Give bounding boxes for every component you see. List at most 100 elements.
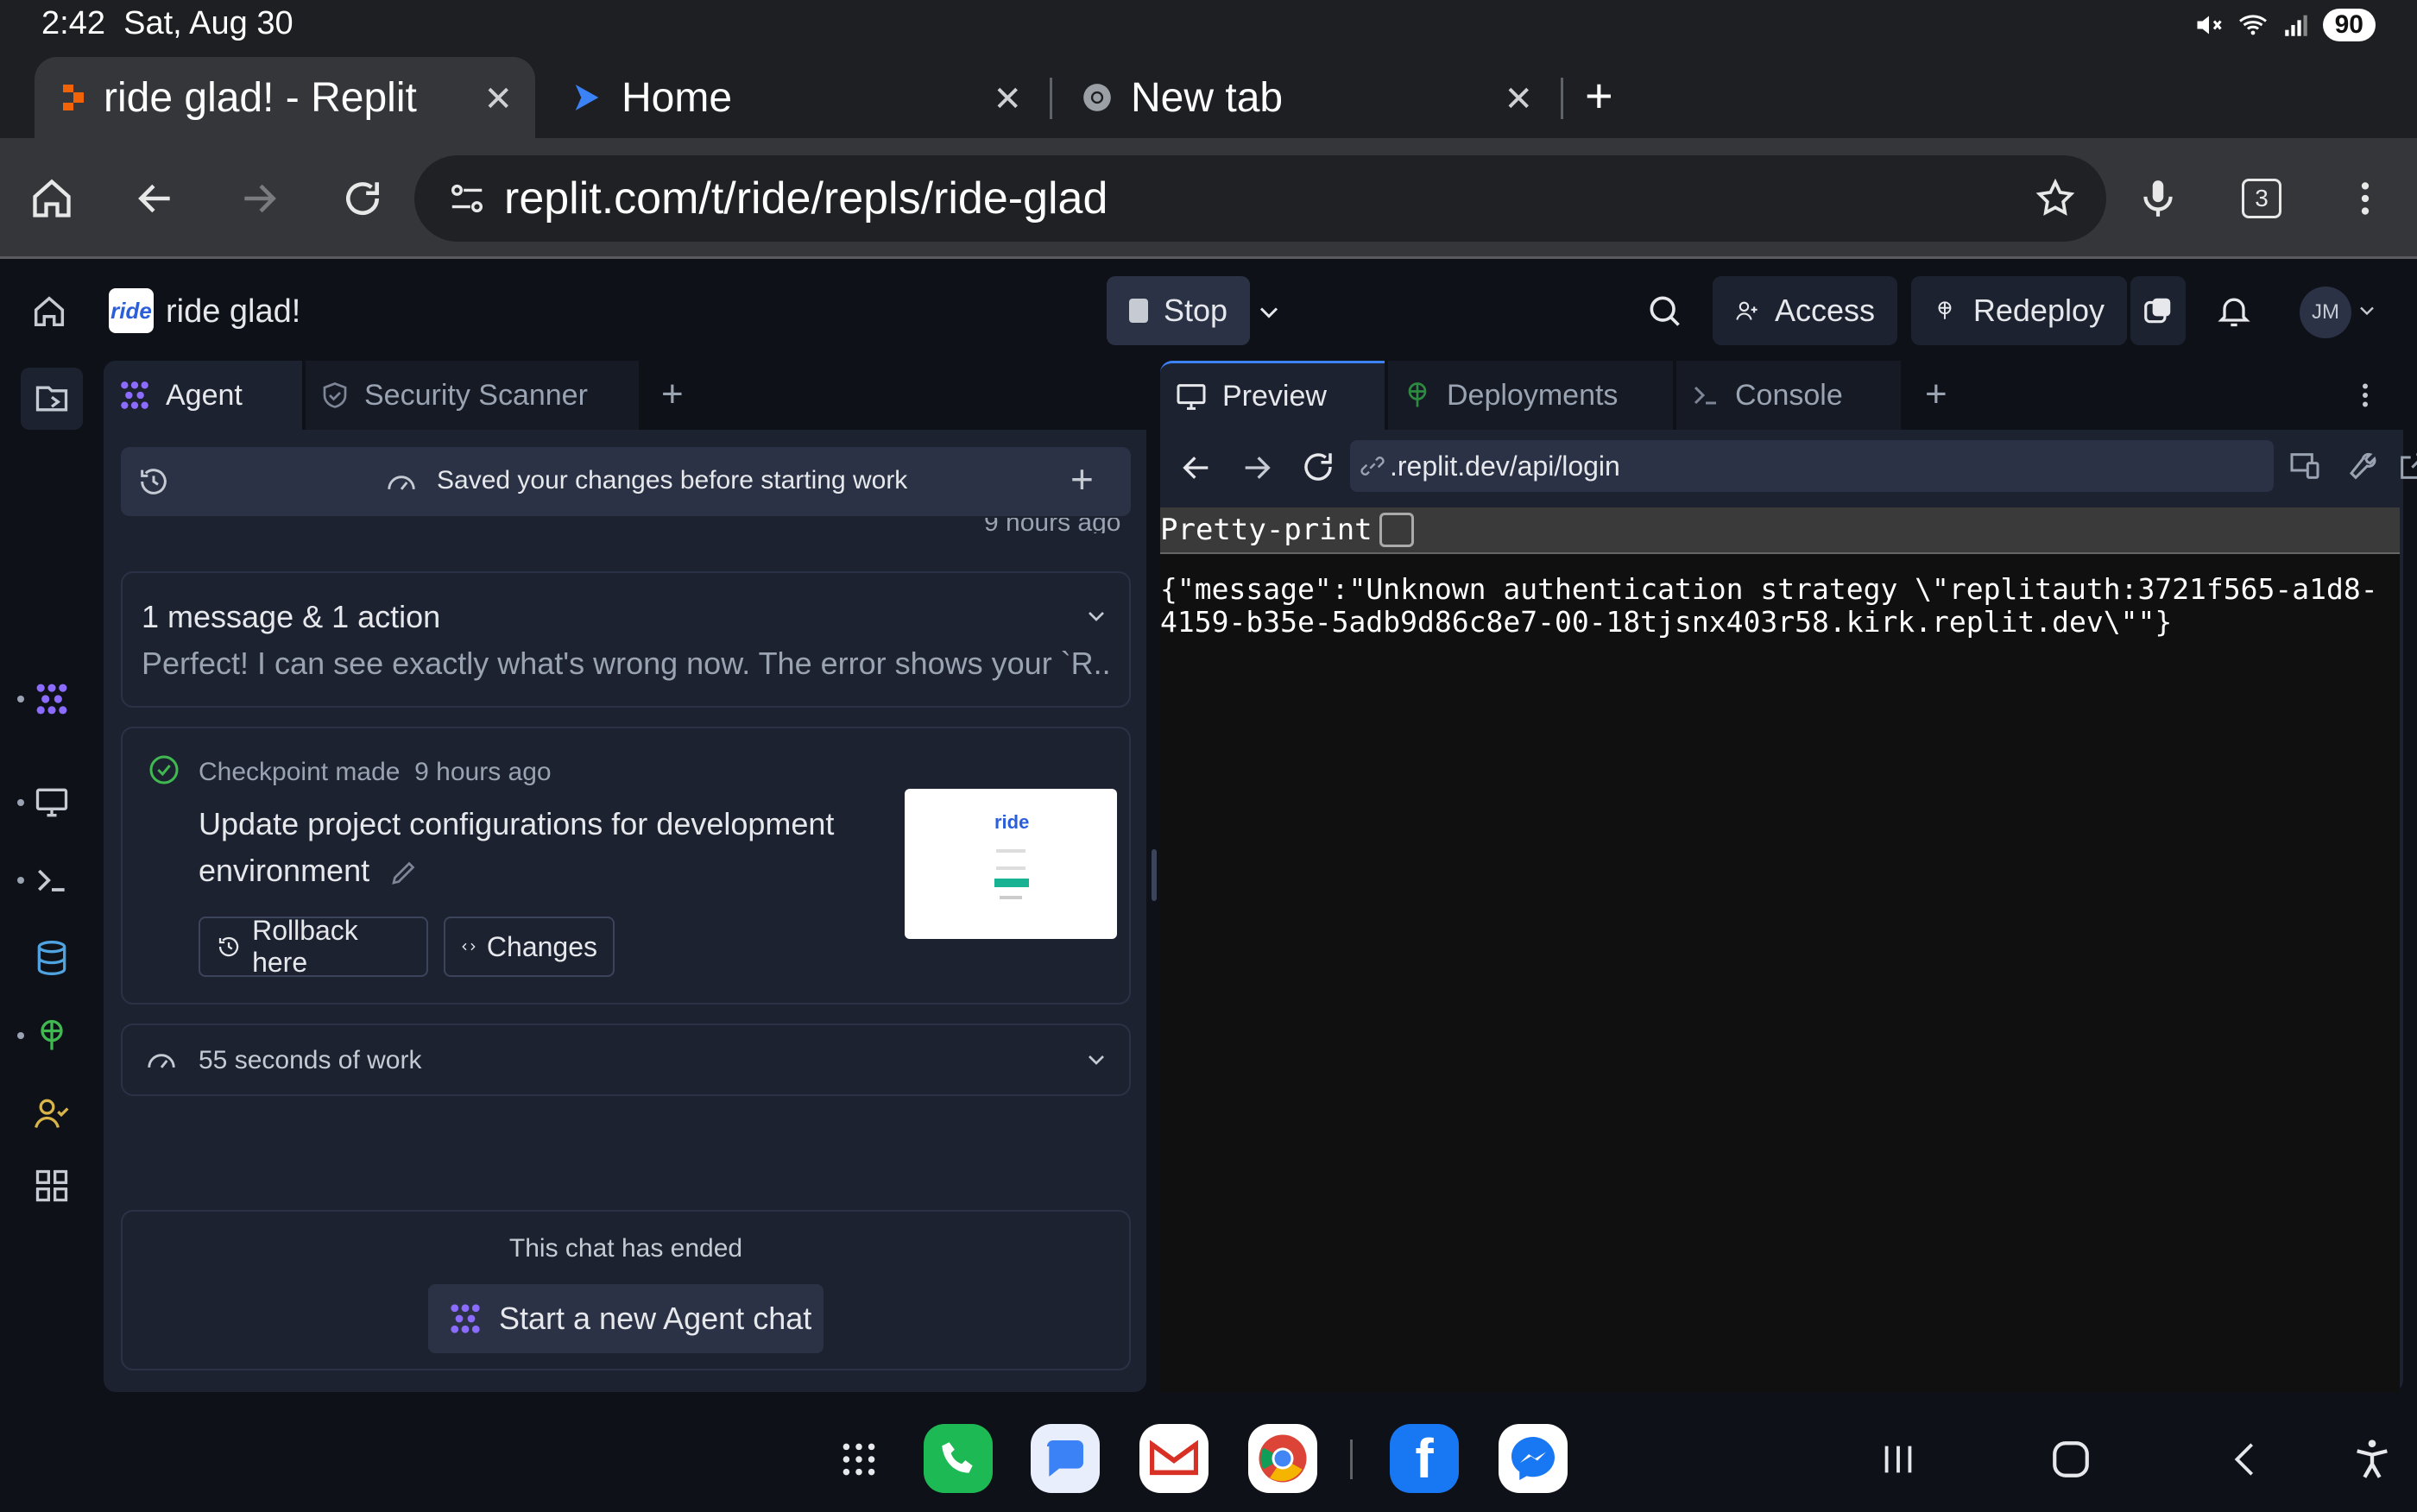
app-drawer-icon[interactable] [837,1438,880,1481]
stop-button[interactable]: Stop [1107,276,1250,345]
project-avatar[interactable]: ride [109,288,154,333]
bookmark-star-icon[interactable] [2034,177,2077,220]
preview-panel: Preview Deployments Console + .replit.de… [1160,361,2417,1392]
devices-icon[interactable] [2288,449,2322,483]
dock-divider [1350,1440,1353,1479]
replit-home-icon[interactable] [29,292,69,331]
database-icon[interactable] [21,927,83,989]
kebab-menu-icon[interactable] [2350,380,2381,411]
chrome-app-icon[interactable] [1248,1424,1317,1493]
phone-app-icon[interactable] [924,1424,993,1493]
messenger-app-icon[interactable] [1499,1424,1568,1493]
message-group-card[interactable]: 1 message & 1 action Perfect! I can see … [121,571,1131,708]
tab-agent[interactable]: Agent [104,361,302,430]
work-summary-card[interactable]: 55 seconds of work [121,1024,1131,1096]
forward-arrow-icon[interactable] [233,173,285,224]
tab-switcher-button[interactable]: 3 [2236,173,2288,224]
tab-console[interactable]: Console [1676,361,1901,430]
deploy-icon [1938,301,1952,319]
facebook-app-icon[interactable]: f [1390,1424,1459,1493]
tab-security-scanner[interactable]: Security Scanner [306,361,639,430]
tab-deployments[interactable]: Deployments [1388,361,1673,430]
files-icon[interactable] [21,368,83,430]
site-settings-icon[interactable] [447,179,487,218]
pretty-print-checkbox[interactable] [1379,513,1414,547]
redeploy-button[interactable]: Redeploy [1911,276,2127,345]
sidebar [0,361,104,1396]
browser-tab-replit[interactable]: ride glad! - Replit ✕ [35,57,535,138]
json-response-line: 4159-b35e-5adb9d86c8e7-00-18tjsnx403r58.… [1160,605,2173,639]
account-chevron-down-icon[interactable] [2355,299,2379,323]
agent-icon[interactable] [17,668,83,730]
reload-icon[interactable] [337,173,388,224]
search-icon[interactable] [1645,292,1683,330]
history-time-fragment: 9 hours ago [984,518,1121,533]
tab-divider [1050,78,1052,119]
back-arrow-icon[interactable] [129,173,181,224]
new-checkpoint-plus-icon[interactable]: + [1070,456,1094,502]
close-tab-icon[interactable]: ✕ [993,79,1022,119]
project-name[interactable]: ride glad! [166,293,300,331]
shield-icon [323,382,347,408]
open-new-window-icon[interactable] [2396,449,2417,483]
json-response-line: {"message":"Unknown authentication strat… [1160,572,2378,606]
nav-back-icon[interactable] [2225,1440,2265,1479]
redeploy-label: Redeploy [1972,293,2105,328]
browser-tab-home[interactable]: Home ✕ [544,57,1044,138]
start-new-agent-chat-button[interactable]: Start a new Agent chat [428,1284,824,1353]
preview-url-input[interactable]: .replit.dev/api/login [1350,440,2274,492]
link-icon [1360,457,1385,476]
checkpoint-history-bar[interactable]: Saved your changes before starting work … [121,447,1131,516]
replit-icon [63,85,84,110]
gmail-app-icon[interactable] [1139,1424,1208,1493]
preview-back-icon[interactable] [1179,450,1214,485]
preview-forward-icon[interactable] [1240,450,1274,485]
preview-reload-icon[interactable] [1300,449,1336,485]
history-icon[interactable] [136,464,171,499]
browser-tab-strip: ride glad! - Replit ✕ Home ✕ New tab ✕ + [0,52,2417,138]
gauge-icon [388,476,415,490]
add-tab-plus-icon[interactable]: + [1925,373,1947,416]
checkpoint-thumbnail[interactable]: ride [905,789,1117,939]
add-tab-plus-icon[interactable]: + [661,373,684,416]
bell-icon[interactable] [2215,292,2253,330]
user-check-icon[interactable] [21,1082,83,1144]
message-group-preview: Perfect! I can see exactly what's wrong … [142,646,1108,681]
chat-ended-text: This chat has ended [508,1234,743,1263]
panel-resize-handle[interactable] [1152,849,1157,901]
chevron-down-icon[interactable] [1082,602,1110,630]
more-menu-icon[interactable] [2339,173,2391,224]
close-tab-icon[interactable]: ✕ [483,79,513,119]
all-tools-grid-icon[interactable] [21,1155,83,1217]
new-tab-plus-icon[interactable]: + [1585,67,1613,123]
browser-tab-new[interactable]: New tab ✕ [1055,57,1556,138]
rollback-button[interactable]: Rollback here [199,915,428,978]
changes-button[interactable]: Changes [444,917,615,977]
stop-dropdown-chevron-down-icon[interactable] [1253,297,1284,328]
pencil-icon[interactable] [388,857,420,888]
avatar[interactable]: JM [2300,287,2351,338]
url-text: replit.com/t/ride/repls/ride-glad [504,173,1108,224]
address-bar[interactable]: replit.com/t/ride/repls/ride-glad [414,155,2106,242]
home-tab-favicon-icon [575,85,599,110]
redeploy-options-button[interactable] [2130,276,2186,345]
microphone-icon[interactable] [2132,173,2184,224]
messages-app-icon[interactable] [1031,1424,1100,1493]
tab-count: 3 [2242,179,2281,218]
deployments-icon[interactable] [17,1005,83,1067]
access-button[interactable]: Access [1713,276,1897,345]
home-icon[interactable] [26,173,78,224]
home-button-icon[interactable] [2049,1438,2092,1481]
recent-apps-icon[interactable] [1878,1440,1918,1479]
monitor-icon[interactable] [17,772,83,834]
stop-icon [1129,299,1148,323]
close-tab-icon[interactable]: ✕ [1504,79,1533,119]
tab-divider [1561,78,1563,119]
accessibility-icon[interactable] [2350,1436,2395,1481]
shell-icon[interactable] [17,849,83,911]
tab-preview[interactable]: Preview [1160,361,1385,430]
chevron-down-icon[interactable] [1082,1046,1110,1074]
checkpoint-card: Checkpoint made 9 hours ago Update proje… [121,727,1131,1005]
wrench-icon[interactable] [2343,449,2377,483]
shell-icon [1694,386,1716,405]
